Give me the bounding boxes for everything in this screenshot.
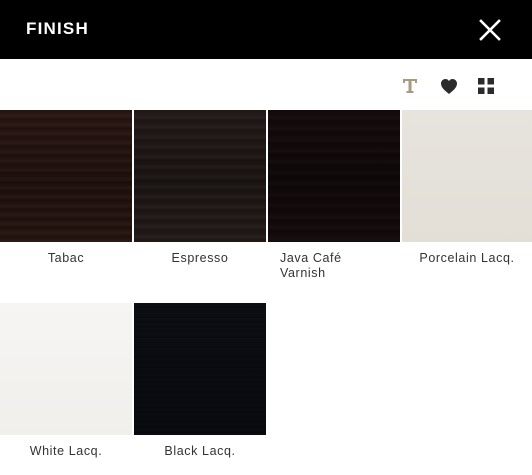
view-toolbar: [0, 59, 532, 110]
favorites-button[interactable]: [439, 76, 459, 96]
heart-icon: [441, 78, 457, 94]
finish-label: Tabac: [47, 251, 85, 265]
panel-title: FINISH: [26, 19, 89, 38]
text-icon: [403, 79, 417, 93]
finish-label: Java Café Varnish: [280, 251, 342, 280]
finish-swatch: [268, 110, 400, 242]
finish-option-espresso[interactable]: Espresso: [134, 110, 266, 266]
grid-view-button[interactable]: [476, 76, 496, 96]
finish-label: White Lacq.: [29, 444, 103, 458]
text-view-button[interactable]: [400, 76, 420, 96]
finish-swatch: [0, 110, 132, 242]
close-icon: [479, 19, 501, 41]
finish-option-white-lacq[interactable]: White Lacq.: [0, 303, 132, 459]
finish-option-black-lacq[interactable]: Black Lacq.: [134, 303, 266, 459]
finish-option-tabac[interactable]: Tabac: [0, 110, 132, 266]
finish-label: Porcelain Lacq.: [419, 251, 515, 265]
finish-swatch: [134, 110, 266, 242]
finish-option-java-cafe-varnish[interactable]: Java Café Varnish: [268, 110, 400, 281]
finish-swatch: [0, 303, 132, 435]
finish-label: Black Lacq.: [164, 444, 236, 458]
panel-header: FINISH: [0, 0, 532, 59]
finish-option-porcelain-lacq[interactable]: Porcelain Lacq.: [402, 110, 532, 266]
finish-panel: FINISH Tabac Espresso Java Café Varnish …: [0, 0, 532, 475]
finish-swatch: [402, 110, 532, 242]
finish-label: Espresso: [171, 251, 229, 265]
grid-icon: [478, 78, 494, 94]
finish-swatch: [134, 303, 266, 435]
close-button[interactable]: [478, 18, 502, 42]
